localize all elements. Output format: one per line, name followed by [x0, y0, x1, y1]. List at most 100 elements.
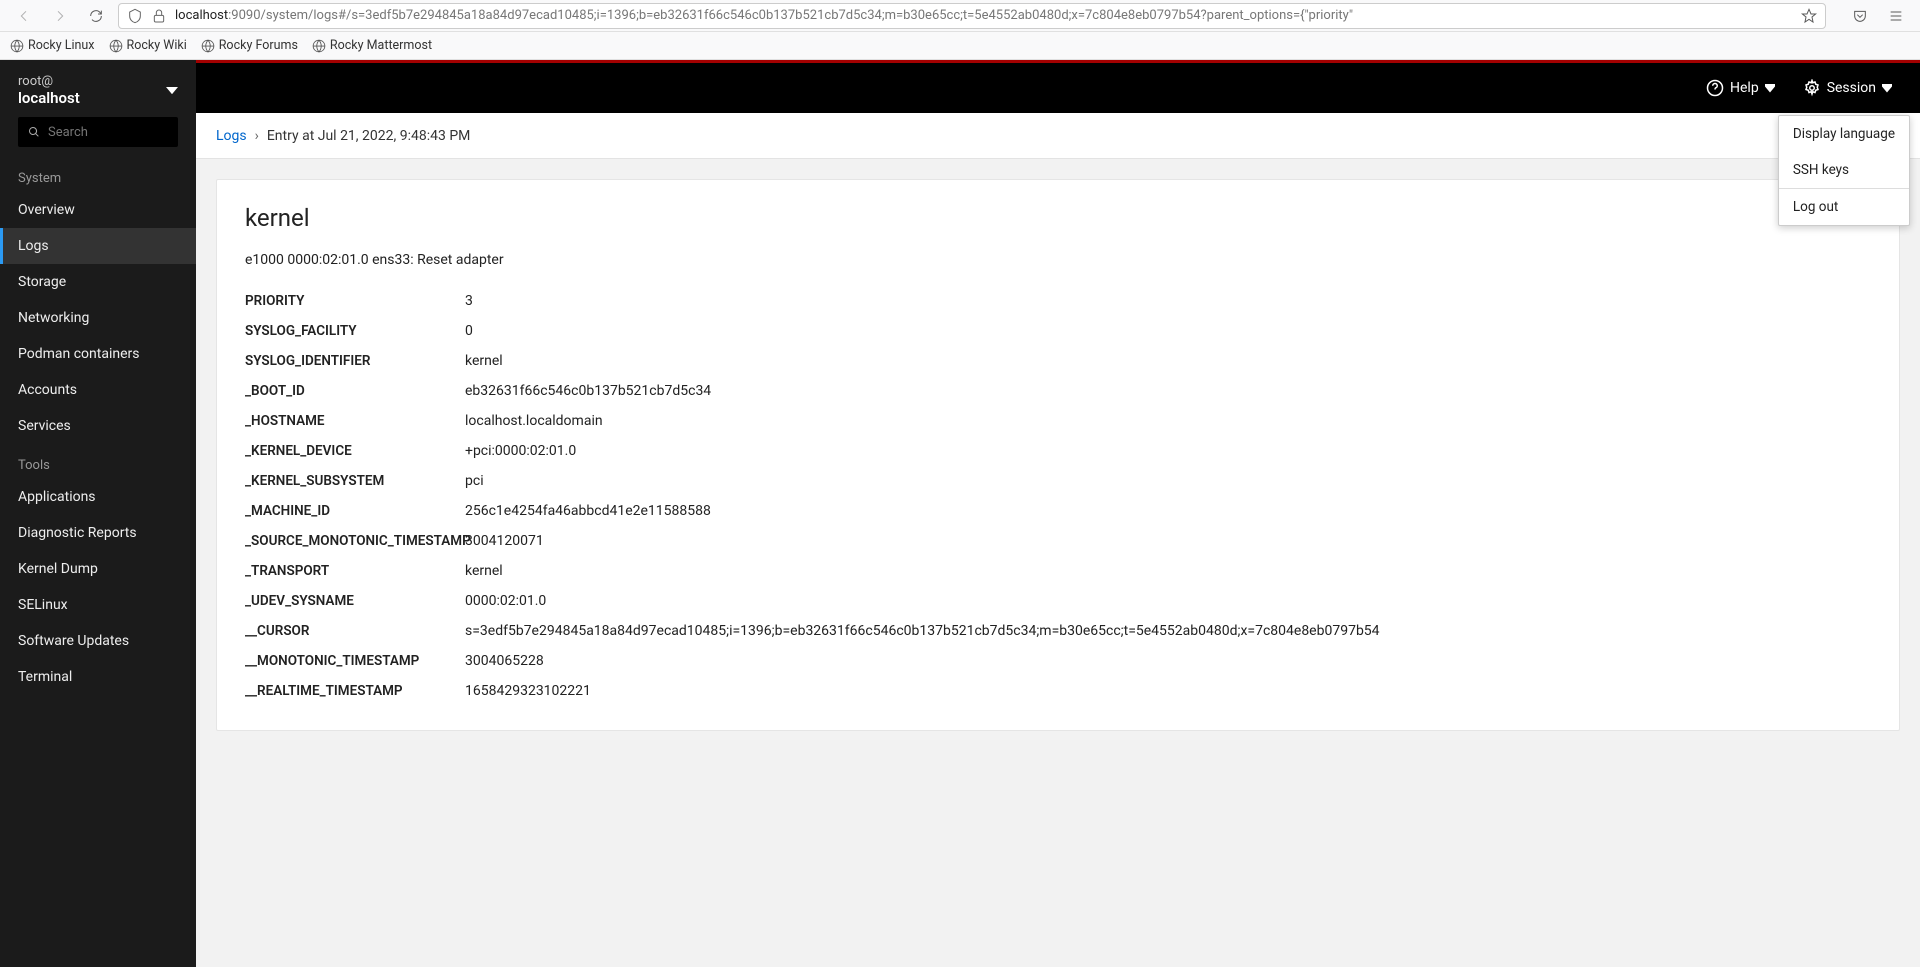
bookmark-item[interactable]: Rocky Mattermost	[312, 38, 432, 53]
detail-value: localhost.localdomain	[465, 413, 1871, 429]
detail-key: _SOURCE_MONOTONIC_TIMESTAMP	[245, 533, 465, 549]
breadcrumb-current: Entry at Jul 21, 2022, 9:48:43 PM	[267, 128, 471, 144]
nav-item-networking[interactable]: Networking	[0, 300, 196, 336]
nav-item-podman-containers[interactable]: Podman containers	[0, 336, 196, 372]
sidebar: root@ localhost SystemOverviewLogsStorag…	[0, 60, 196, 967]
detail-key: _KERNEL_DEVICE	[245, 443, 465, 459]
detail-key: _TRANSPORT	[245, 563, 465, 579]
detail-row: __CURSORs=3edf5b7e294845a18a84d97ecad104…	[245, 616, 1871, 646]
detail-key: _HOSTNAME	[245, 413, 465, 429]
detail-value: 0	[465, 323, 1871, 339]
detail-value: eb32631f66c546c0b137b521cb7d5c34	[465, 383, 1871, 399]
url-bar[interactable]: localhost:9090/system/logs#/s=3edf5b7e29…	[118, 3, 1826, 29]
log-detail-table: PRIORITY3SYSLOG_FACILITY0SYSLOG_IDENTIFI…	[245, 286, 1871, 706]
detail-row: __REALTIME_TIMESTAMP1658429323102221	[245, 676, 1871, 706]
topbar: Help Session Display languageSSH keysLog…	[196, 63, 1920, 113]
pocket-icon[interactable]	[1846, 2, 1874, 30]
detail-value: 1658429323102221	[465, 683, 1871, 699]
detail-value: 3004065228	[465, 653, 1871, 669]
detail-value: 0000:02:01.0	[465, 593, 1871, 609]
detail-row: PRIORITY3	[245, 286, 1871, 316]
nav-section-label: System	[0, 157, 196, 192]
bookmarks-toolbar: Rocky Linux Rocky Wiki Rocky Forums Rocky M…	[0, 32, 1920, 60]
bookmark-item[interactable]: Rocky Linux	[10, 38, 95, 53]
detail-value: pci	[465, 473, 1871, 489]
detail-key: __REALTIME_TIMESTAMP	[245, 683, 465, 699]
bookmark-item[interactable]: Rocky Forums	[201, 38, 298, 53]
help-icon	[1706, 79, 1724, 97]
nav-item-accounts[interactable]: Accounts	[0, 372, 196, 408]
detail-value: s=3edf5b7e294845a18a84d97ecad10485;i=139…	[465, 623, 1871, 639]
detail-key: __MONOTONIC_TIMESTAMP	[245, 653, 465, 669]
help-button[interactable]: Help	[1696, 71, 1785, 105]
detail-row: _KERNEL_SUBSYSTEMpci	[245, 466, 1871, 496]
session-menu-ssh-keys[interactable]: SSH keys	[1779, 152, 1909, 188]
session-button[interactable]: Session	[1793, 71, 1902, 105]
breadcrumb: Logs › Entry at Jul 21, 2022, 9:48:43 PM	[196, 113, 1920, 159]
detail-value: 3	[465, 293, 1871, 309]
detail-row: _HOSTNAMElocalhost.localdomain	[245, 406, 1871, 436]
bookmark-item[interactable]: Rocky Wiki	[109, 38, 187, 53]
detail-value: kernel	[465, 563, 1871, 579]
bookmark-star-icon[interactable]	[1801, 8, 1817, 24]
nav-item-overview[interactable]: Overview	[0, 192, 196, 228]
nav-item-services[interactable]: Services	[0, 408, 196, 444]
nav-item-logs[interactable]: Logs	[0, 228, 196, 264]
detail-key: _KERNEL_SUBSYSTEM	[245, 473, 465, 489]
nav-item-diagnostic-reports[interactable]: Diagnostic Reports	[0, 515, 196, 551]
detail-row: _KERNEL_DEVICE+pci:0000:02:01.0	[245, 436, 1871, 466]
lock-icon	[151, 8, 167, 24]
nav-item-selinux[interactable]: SELinux	[0, 587, 196, 623]
detail-value: +pci:0000:02:01.0	[465, 443, 1871, 459]
detail-row: _MACHINE_ID256c1e4254fa46abbcd41e2e11588…	[245, 496, 1871, 526]
breadcrumb-root-link[interactable]: Logs	[216, 128, 247, 144]
detail-row: __MONOTONIC_TIMESTAMP3004065228	[245, 646, 1871, 676]
detail-key: _MACHINE_ID	[245, 503, 465, 519]
search-input[interactable]	[48, 125, 168, 140]
detail-row: _BOOT_IDeb32631f66c546c0b137b521cb7d5c34	[245, 376, 1871, 406]
session-dropdown: Display languageSSH keysLog out	[1778, 115, 1910, 226]
forward-button[interactable]	[46, 2, 74, 30]
gear-icon	[1803, 79, 1821, 97]
log-entry-card: kernel e1000 0000:02:01.0 ens33: Reset a…	[216, 179, 1900, 731]
search-icon	[28, 126, 40, 138]
chevron-right-icon: ›	[255, 128, 259, 144]
sidebar-user: root@	[18, 74, 80, 89]
detail-value: 256c1e4254fa46abbcd41e2e11588588	[465, 503, 1871, 519]
main-area: Help Session Display languageSSH keysLog…	[196, 60, 1920, 967]
detail-row: SYSLOG_FACILITY0	[245, 316, 1871, 346]
detail-row: SYSLOG_IDENTIFIERkernel	[245, 346, 1871, 376]
log-entry-message: e1000 0000:02:01.0 ens33: Reset adapter	[245, 252, 1871, 268]
detail-key: _UDEV_SYSNAME	[245, 593, 465, 609]
nav-item-terminal[interactable]: Terminal	[0, 659, 196, 695]
chevron-down-icon	[1765, 79, 1775, 97]
session-menu-display-language[interactable]: Display language	[1779, 116, 1909, 152]
detail-row: _TRANSPORTkernel	[245, 556, 1871, 586]
detail-key: SYSLOG_IDENTIFIER	[245, 353, 465, 369]
log-entry-title: kernel	[245, 204, 1871, 232]
host-selector[interactable]: root@ localhost	[0, 60, 196, 117]
nav-item-storage[interactable]: Storage	[0, 264, 196, 300]
back-button[interactable]	[10, 2, 38, 30]
session-menu-log-out[interactable]: Log out	[1779, 189, 1909, 225]
shield-icon	[127, 8, 143, 24]
detail-value: 3004120071	[465, 533, 1871, 549]
hamburger-menu-icon[interactable]	[1882, 2, 1910, 30]
nav-item-software-updates[interactable]: Software Updates	[0, 623, 196, 659]
nav-item-applications[interactable]: Applications	[0, 479, 196, 515]
nav-item-kernel-dump[interactable]: Kernel Dump	[0, 551, 196, 587]
detail-key: __CURSOR	[245, 623, 465, 639]
chevron-down-icon	[1882, 79, 1892, 97]
nav-section-label: Tools	[0, 444, 196, 479]
detail-value: kernel	[465, 353, 1871, 369]
detail-row: _UDEV_SYSNAME0000:02:01.0	[245, 586, 1871, 616]
url-text: localhost:9090/system/logs#/s=3edf5b7e29…	[175, 8, 1793, 23]
sidebar-search[interactable]	[18, 117, 178, 147]
detail-key: SYSLOG_FACILITY	[245, 323, 465, 339]
browser-toolbar: localhost:9090/system/logs#/s=3edf5b7e29…	[0, 0, 1920, 32]
detail-key: _BOOT_ID	[245, 383, 465, 399]
chevron-down-icon	[166, 87, 178, 94]
detail-key: PRIORITY	[245, 293, 465, 309]
reload-button[interactable]	[82, 2, 110, 30]
sidebar-host: localhost	[18, 89, 80, 107]
